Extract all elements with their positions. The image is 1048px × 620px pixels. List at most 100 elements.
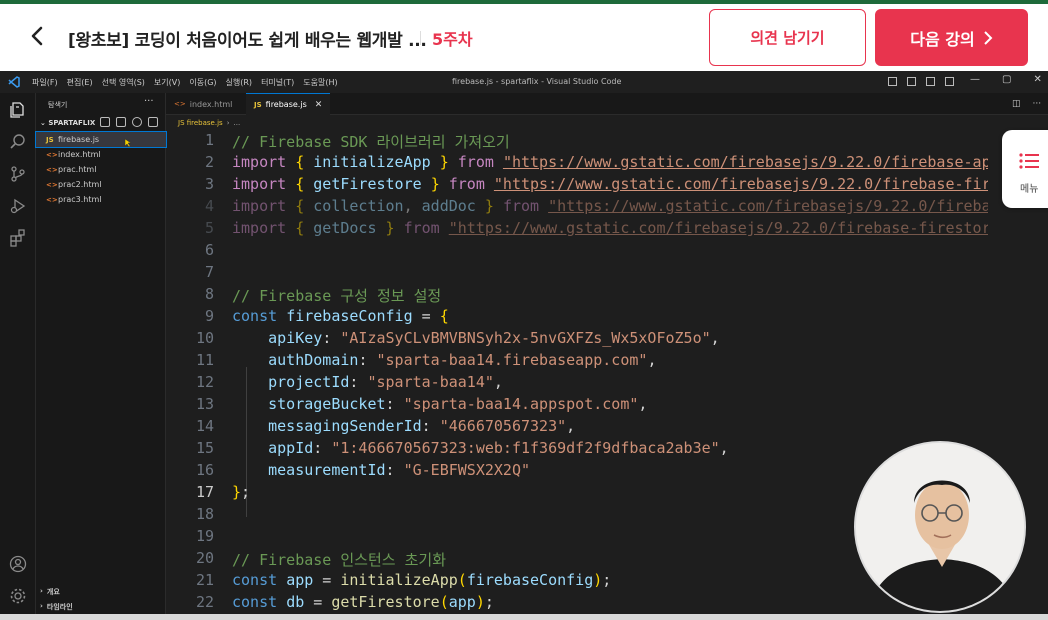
- source-control-icon[interactable]: [9, 165, 27, 183]
- file-item[interactable]: <> prac3.html: [36, 192, 166, 207]
- config-value: "1:466670567323:web:f1f369df2f9dfbaca2ab…: [331, 439, 720, 457]
- code-line: 7: [204, 263, 214, 281]
- window-title: firebase.js - spartaflix - Visual Studio…: [452, 77, 622, 86]
- breadcrumb-file[interactable]: JS firebase.js: [178, 119, 223, 127]
- course-header: [왕초보] 코딩이 처음이어도 쉽게 배우는 웹개발 ... 5주차 의견 남기…: [0, 4, 1048, 70]
- outline-label: 개요: [46, 588, 60, 596]
- close-tab-icon[interactable]: ✕: [315, 100, 323, 110]
- settings-gear-icon[interactable]: [9, 587, 27, 605]
- timeline-section[interactable]: › 타임라인: [40, 602, 73, 612]
- config-value: "sparta-baa14": [367, 373, 494, 391]
- menu-help[interactable]: 도움말(H): [303, 77, 337, 88]
- instructor-webcam: [854, 441, 1026, 613]
- menu-go[interactable]: 이동(G): [189, 77, 216, 88]
- editor-actions: ◫ ···: [1012, 99, 1041, 109]
- activity-bar: [0, 93, 36, 620]
- tab-label: firebase.js: [265, 100, 307, 109]
- html-file-icon: <>: [46, 165, 58, 174]
- menu-terminal[interactable]: 터미널(T): [261, 77, 294, 88]
- code-comment: // Firebase 구성 정보 설정: [232, 287, 442, 305]
- menu-run[interactable]: 실행(R): [226, 77, 253, 88]
- toggle-sidebar-icon[interactable]: [888, 77, 897, 86]
- maximize-icon[interactable]: ▢: [1002, 74, 1011, 85]
- list-menu-icon: [1019, 153, 1039, 169]
- vscode-logo-icon: [8, 76, 20, 88]
- file-item[interactable]: JS firebase.js: [35, 131, 167, 148]
- file-item[interactable]: <> prac2.html: [36, 177, 166, 192]
- next-lecture-label: 다음 강의: [910, 29, 975, 49]
- config-value: "G-EBFWSX2X2Q": [403, 461, 531, 479]
- chevron-right-icon: ›: [40, 602, 43, 610]
- search-icon[interactable]: [9, 133, 27, 151]
- code-comment: // Firebase 인스턴스 초기화: [232, 551, 447, 569]
- code-line: 13 storageBucket: "sparta-baa14.appspot.…: [195, 395, 648, 413]
- next-lecture-button[interactable]: 다음 강의: [875, 9, 1028, 66]
- back-arrow-icon[interactable]: [26, 24, 50, 48]
- menu-edit[interactable]: 편집(E): [67, 77, 93, 88]
- close-icon[interactable]: ✕: [1033, 74, 1041, 85]
- lecture-menu-button[interactable]: 메뉴: [1002, 130, 1048, 208]
- file-name: prac.html: [58, 165, 97, 174]
- code-line: 4 import { collection, addDoc } from "htt…: [166, 197, 988, 219]
- feedback-button-label: 의견 남기기: [750, 29, 825, 47]
- code-line: 9 const firebaseConfig = {: [204, 307, 449, 325]
- timeline-label: 타임라인: [46, 603, 73, 611]
- course-title: [왕초보] 코딩이 처음이어도 쉽게 배우는 웹개발 ...: [68, 31, 427, 51]
- toggle-secondary-sidebar-icon[interactable]: [926, 77, 935, 86]
- split-editor-icon[interactable]: ◫: [1012, 99, 1021, 109]
- import-url[interactable]: "https://www.gstatic.com/firebasejs/9.22…: [449, 219, 988, 237]
- import-url[interactable]: "https://www.gstatic.com/firebasejs/9.22…: [494, 175, 988, 193]
- more-actions-icon[interactable]: ···: [1033, 99, 1042, 109]
- breadcrumb-more[interactable]: ...: [234, 119, 241, 127]
- outline-section[interactable]: › 개요: [40, 587, 60, 597]
- code-line: 15 appId: "1:466670567323:web:f1f369df2f…: [195, 439, 729, 457]
- instructor-avatar: [856, 443, 1024, 611]
- run-debug-icon[interactable]: [9, 197, 27, 215]
- import-url[interactable]: "https://www.gstatic.com/firebasejs/9.22…: [503, 153, 988, 171]
- tab-firebase-js[interactable]: JS firebase.js ✕: [246, 93, 331, 115]
- file-item[interactable]: <> index.html: [36, 147, 166, 162]
- collapse-all-icon[interactable]: [148, 117, 158, 127]
- tab-index-html[interactable]: <> index.html: [166, 93, 240, 115]
- refresh-icon[interactable]: [132, 117, 142, 127]
- chevron-right-icon: [984, 30, 993, 45]
- account-icon[interactable]: [9, 555, 27, 573]
- breadcrumb: JS firebase.js › ...: [166, 115, 1048, 131]
- config-value: "sparta-baa14.appspot.com": [403, 395, 639, 413]
- minimize-icon[interactable]: —: [970, 74, 980, 85]
- project-name: SPARTAFLIX: [48, 119, 96, 127]
- code-line: 12 projectId: "sparta-baa14",: [195, 373, 503, 391]
- explorer-sidebar: 탐색기 ··· ⌄ SPARTAFLIX JS firebase.js <> ind…: [35, 93, 167, 620]
- explorer-toolbar: [100, 117, 158, 127]
- new-folder-icon[interactable]: [116, 117, 126, 127]
- html-file-icon: <>: [46, 195, 58, 204]
- file-name: prac2.html: [58, 180, 102, 189]
- project-folder[interactable]: ⌄ SPARTAFLIX: [40, 119, 95, 127]
- title-divider: [420, 31, 421, 45]
- html-file-icon: <>: [46, 150, 58, 159]
- layout-controls: [888, 77, 954, 86]
- menu-label: 메뉴: [1020, 184, 1039, 195]
- menu-bar: 파일(F) 편집(E) 선택 영역(S) 보기(V) 이동(G) 실행(R) 터…: [32, 77, 338, 88]
- code-line: 10 apiKey: "AIzaSyCLvBMVBNSyh2x-5nvGXFZs…: [195, 329, 720, 347]
- toggle-panel-icon[interactable]: [907, 77, 916, 86]
- html-file-icon: <>: [46, 180, 58, 189]
- new-file-icon[interactable]: [100, 117, 110, 127]
- customize-layout-icon[interactable]: [945, 77, 954, 86]
- menu-file[interactable]: 파일(F): [32, 77, 58, 88]
- file-name: prac3.html: [58, 195, 102, 204]
- mouse-cursor-icon: [124, 138, 132, 148]
- import-url[interactable]: "https://www.gstatic.com/firebasejs/9.22…: [548, 197, 988, 215]
- config-value: "AIzaSyCLvBMVBNSyh2x-5nvGXFZs_Wx5xOFoZ5o…: [340, 329, 711, 347]
- menu-view[interactable]: 보기(V): [154, 77, 180, 88]
- code-line: 2 import { initializeApp } from "https://…: [166, 153, 988, 175]
- code-line: 21 const app = initializeApp(firebaseConf…: [195, 571, 612, 589]
- extensions-icon[interactable]: [9, 229, 27, 247]
- code-line: 3 import { getFirestore } from "https://w…: [166, 175, 988, 197]
- file-item[interactable]: <> prac.html: [36, 162, 166, 177]
- feedback-button[interactable]: 의견 남기기: [709, 9, 866, 66]
- more-actions-icon[interactable]: ···: [144, 96, 154, 107]
- explorer-icon[interactable]: [9, 101, 27, 119]
- menu-selection[interactable]: 선택 영역(S): [102, 77, 145, 88]
- chevron-right-icon: ›: [40, 587, 43, 595]
